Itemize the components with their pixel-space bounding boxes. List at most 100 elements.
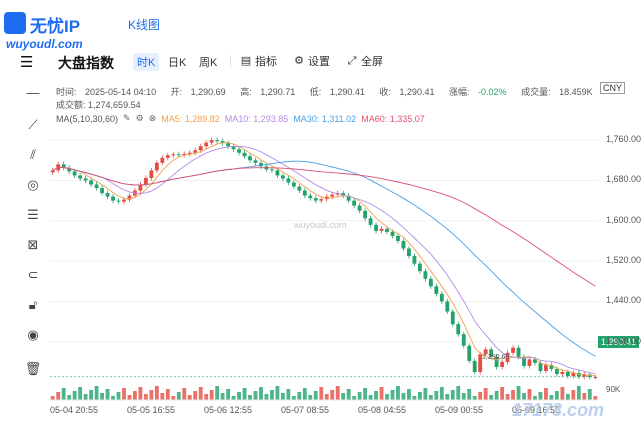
- y-tick-label: 1,360.00: [606, 335, 642, 346]
- volume-bar: [335, 386, 340, 400]
- y-tick-label: 1,760.00: [606, 134, 642, 145]
- volume-bar: [270, 390, 274, 400]
- volume-bar: [319, 387, 324, 400]
- candle-body: [149, 170, 154, 178]
- candle-body: [78, 175, 83, 179]
- volume-bar: [226, 389, 231, 400]
- volume-bar: [302, 388, 307, 400]
- candle-body: [538, 362, 543, 371]
- candle-body: [302, 190, 307, 196]
- candle-body: [390, 231, 395, 236]
- volume-bar: [341, 393, 346, 400]
- candle-body: [593, 377, 598, 379]
- volume-bar: [500, 387, 505, 400]
- volume-bar: [105, 389, 110, 400]
- candle-body: [565, 372, 570, 377]
- candle-body: [527, 359, 532, 366]
- volume-bar: [193, 391, 198, 400]
- candle-body: [313, 198, 318, 201]
- kline-chart[interactable]: [0, 0, 644, 434]
- x-tick-label: 05-06 12:55: [204, 405, 253, 415]
- candle-body: [439, 293, 444, 302]
- volume-bar: [198, 387, 203, 400]
- volume-bar: [374, 391, 378, 400]
- candle-body: [291, 182, 296, 187]
- volume-bar: [154, 386, 159, 400]
- candle-body: [396, 235, 400, 241]
- volume-bar: [417, 392, 422, 400]
- volume-bar: [478, 392, 483, 400]
- volume-bar: [538, 392, 543, 400]
- y-tick-label: 1,440.00: [606, 295, 642, 306]
- volume-bar: [445, 394, 450, 400]
- candle-body: [165, 155, 170, 158]
- candle-body: [357, 205, 362, 211]
- candle-body: [154, 162, 159, 171]
- candle-body: [83, 178, 88, 181]
- volume-bar: [396, 386, 400, 400]
- volume-bar: [143, 394, 148, 400]
- volume-bar: [587, 389, 592, 400]
- volume-bar: [220, 393, 225, 400]
- volume-bar: [527, 389, 532, 400]
- volume-bar: [385, 394, 389, 400]
- candle-body: [407, 248, 411, 257]
- candle-body: [401, 240, 406, 249]
- y-tick-label: 1,520.00: [606, 255, 642, 266]
- volume-bar: [204, 394, 209, 400]
- candle-body: [248, 156, 252, 161]
- candle-body: [554, 368, 559, 375]
- x-tick-label: 05-08 04:55: [358, 405, 407, 415]
- volume-bar: [165, 389, 170, 400]
- candle-body: [363, 210, 368, 219]
- candle-body: [467, 345, 472, 361]
- volume-bar: [401, 393, 406, 400]
- volume-bar: [182, 388, 187, 400]
- candle-body: [450, 311, 455, 325]
- volume-bar: [61, 388, 66, 400]
- volume-bar: [346, 389, 351, 400]
- volume-bar: [160, 393, 165, 400]
- volume-bar: [248, 395, 252, 400]
- candle-body: [456, 324, 461, 335]
- volume-bar: [94, 386, 99, 400]
- candle-body: [500, 361, 505, 367]
- candle-body: [385, 228, 389, 232]
- candle-body: [111, 196, 115, 201]
- volume-bar: [461, 393, 466, 400]
- candle-body: [286, 178, 291, 183]
- candle-body: [89, 180, 94, 185]
- volume-bar: [511, 390, 515, 400]
- volume-bar: [111, 396, 115, 400]
- candle-body: [105, 193, 110, 197]
- ma30-line: [52, 160, 596, 357]
- volume-bar: [412, 396, 417, 400]
- volume-bar: [286, 389, 291, 400]
- candle-body: [215, 140, 220, 142]
- candle-body: [330, 194, 335, 197]
- volume-bar: [472, 396, 477, 400]
- volume-bar: [313, 391, 318, 400]
- volume-bar: [215, 386, 220, 400]
- site-watermark: 17173.com: [512, 400, 605, 420]
- candle-body: [226, 143, 231, 147]
- volume-bar: [209, 390, 214, 400]
- volume-bar: [363, 388, 368, 400]
- candle-body: [461, 334, 466, 346]
- y-tick-label: 1,680.00: [606, 174, 642, 185]
- volume-bar: [78, 387, 83, 400]
- candle-body: [143, 177, 148, 185]
- volume-bar: [352, 396, 357, 400]
- candle-body: [160, 157, 165, 163]
- candle-body: [308, 195, 313, 199]
- volume-bar: [407, 389, 411, 400]
- candle-body: [209, 140, 214, 143]
- candle-body: [275, 170, 280, 176]
- volume-bar: [275, 386, 280, 400]
- volume-bar: [324, 394, 329, 400]
- candle-body: [270, 169, 274, 171]
- candle-body: [445, 301, 450, 312]
- candle-body: [204, 142, 209, 147]
- volume-bar: [456, 386, 461, 400]
- candle-body: [352, 200, 357, 206]
